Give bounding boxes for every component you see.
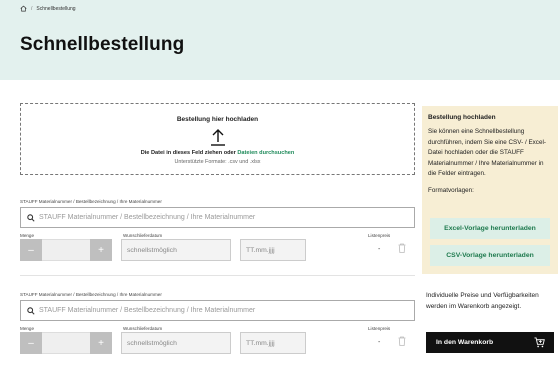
list-price-value: - (378, 339, 381, 346)
list-price-label: Listenpreis (368, 326, 391, 331)
order-row: STAUFF Materialnummer / Bestellbezeichnu… (20, 199, 415, 279)
upload-instruction-text: Die Datei in dieses Feld ziehen oder (140, 150, 236, 156)
increment-button[interactable]: + (90, 239, 112, 261)
delivery-date-label: Wunschlieferdatum (123, 326, 163, 331)
page-title: Schnellbestellung (20, 34, 185, 55)
browse-files-link[interactable]: Dateien durchsuchen (237, 150, 294, 156)
breadcrumb-separator: / (31, 5, 33, 12)
upload-formats: Unterstützte Formate: .csv und .xlsx (174, 159, 261, 165)
upload-info-box: Bestellung hochladen Sie können eine Sch… (422, 106, 558, 274)
delivery-date-input[interactable]: TT.mm.jjjj (240, 332, 306, 354)
trash-icon[interactable] (398, 243, 406, 253)
material-label: STAUFF Materialnummer / Bestellbezeichnu… (20, 292, 162, 297)
upload-instruction: Die Datei in dieses Feld ziehen oder Dat… (21, 150, 414, 156)
cart-icon (534, 337, 545, 348)
info-title: Bestellung hochladen (428, 114, 496, 121)
home-icon[interactable] (20, 5, 27, 12)
decrement-button[interactable]: – (20, 332, 42, 354)
delivery-date-label: Wunschlieferdatum (123, 233, 163, 238)
info-text: Sie können eine Schnellbestellung durchf… (428, 128, 546, 178)
material-label: STAUFF Materialnummer / Bestellbezeichnu… (20, 199, 162, 204)
quantity-label: Menge (20, 233, 35, 238)
price-note: Individuelle Preise und Verfügbarkeiten … (426, 292, 539, 310)
upload-dropzone[interactable]: Bestellung hier hochladen Die Datei in d… (20, 103, 415, 175)
quantity-input[interactable] (42, 332, 90, 354)
upload-arrow-icon (211, 129, 225, 146)
breadcrumb: / Schnellbestellung (20, 5, 76, 12)
search-placeholder: STAUFF Materialnummer / Bestellbezeichnu… (39, 307, 256, 314)
delivery-option-field[interactable]: schnellstmöglich (121, 332, 231, 354)
trash-icon[interactable] (398, 336, 406, 346)
delivery-date-input[interactable]: TT.mm.jjjj (240, 239, 306, 261)
increment-button[interactable]: + (90, 332, 112, 354)
delivery-option-field[interactable]: schnellstmöglich (121, 239, 231, 261)
search-icon (27, 307, 35, 315)
page-header: / Schnellbestellung Schnellbestellung (0, 0, 560, 80)
quantity-label: Menge (20, 326, 35, 331)
order-row: STAUFF Materialnummer / Bestellbezeichnu… (20, 292, 415, 372)
search-icon (27, 214, 35, 222)
row-divider (20, 275, 415, 276)
format-templates-label: Formatvorlagen: (428, 186, 474, 194)
csv-template-button[interactable]: CSV-Vorlage herunterladen (430, 245, 550, 266)
quantity-stepper: – + (20, 332, 112, 354)
quantity-stepper: – + (20, 239, 112, 261)
material-search-input[interactable]: STAUFF Materialnummer / Bestellbezeichnu… (20, 300, 415, 321)
quantity-input[interactable] (42, 239, 90, 261)
list-price-label: Listenpreis (368, 233, 391, 238)
breadcrumb-current: Schnellbestellung (36, 5, 76, 12)
material-search-input[interactable]: STAUFF Materialnummer / Bestellbezeichnu… (20, 207, 415, 228)
search-placeholder: STAUFF Materialnummer / Bestellbezeichnu… (39, 214, 256, 221)
add-to-cart-label: In den Warenkorb (436, 339, 494, 346)
excel-template-button[interactable]: Excel-Vorlage herunterladen (430, 218, 550, 239)
upload-title: Bestellung hier hochladen (176, 116, 259, 123)
list-price-value: - (378, 246, 381, 253)
add-to-cart-button[interactable]: In den Warenkorb (426, 332, 554, 353)
decrement-button[interactable]: – (20, 239, 42, 261)
